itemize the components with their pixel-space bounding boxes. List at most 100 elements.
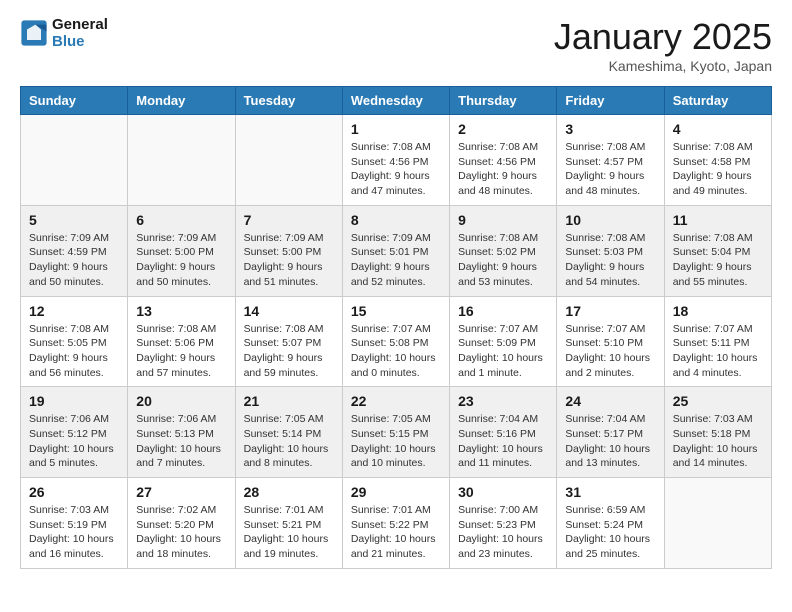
day-info: Sunrise: 7:04 AM Sunset: 5:16 PM Dayligh… [458,412,548,471]
day-cell: 1Sunrise: 7:08 AM Sunset: 4:56 PM Daylig… [342,115,449,206]
day-info: Sunrise: 7:08 AM Sunset: 5:02 PM Dayligh… [458,231,548,290]
location: Kameshima, Kyoto, Japan [554,58,772,74]
day-number: 17 [565,303,655,319]
day-cell: 30 Sunrise: 7:00 AM Sunset: 5:23 PM Dayli… [450,478,557,569]
day-cell: 11 Sunrise: 7:08 AM Sunset: 5:04 PM Dayli… [664,205,771,296]
day-cell: 22Sunrise: 7:05 AM Sunset: 5:15 PM Dayli… [342,387,449,478]
day-cell: 6 Sunrise: 7:09 AM Sunset: 5:00 PM Daylig… [128,205,235,296]
day-info: Sunrise: 7:07 AM Sunset: 5:08 PM Dayligh… [351,322,441,381]
day-number: 16 [458,303,548,319]
day-cell: 18 Sunrise: 7:07 AM Sunset: 5:11 PM Dayli… [664,296,771,387]
weekday-header-saturday: Saturday [664,87,771,115]
day-number: 30 [458,484,548,500]
week-row-5: 26Sunrise: 7:03 AM Sunset: 5:19 PM Dayli… [21,478,772,569]
week-row-1: 1Sunrise: 7:08 AM Sunset: 4:56 PM Daylig… [21,115,772,206]
day-cell: 26Sunrise: 7:03 AM Sunset: 5:19 PM Dayli… [21,478,128,569]
day-cell: 17 Sunrise: 7:07 AM Sunset: 5:10 PM Dayli… [557,296,664,387]
day-cell: 14 Sunrise: 7:08 AM Sunset: 5:07 PM Dayli… [235,296,342,387]
day-cell: 23Sunrise: 7:04 AM Sunset: 5:16 PM Dayli… [450,387,557,478]
day-info: Sunrise: 7:06 AM Sunset: 5:12 PM Dayligh… [29,412,119,471]
day-info: Sunrise: 7:09 AM Sunset: 4:59 PM Dayligh… [29,231,119,290]
weekday-header-thursday: Thursday [450,87,557,115]
day-info: Sunrise: 7:03 AM Sunset: 5:18 PM Dayligh… [673,412,763,471]
day-number: 8 [351,212,441,228]
day-number: 20 [136,393,226,409]
day-info: Sunrise: 7:09 AM Sunset: 5:00 PM Dayligh… [244,231,334,290]
day-info: Sunrise: 7:08 AM Sunset: 4:56 PM Dayligh… [351,140,441,199]
day-number: 15 [351,303,441,319]
day-number: 6 [136,212,226,228]
day-cell: 9 Sunrise: 7:08 AM Sunset: 5:02 PM Daylig… [450,205,557,296]
day-cell: 19 Sunrise: 7:06 AM Sunset: 5:12 PM Dayli… [21,387,128,478]
day-number: 2 [458,121,548,137]
weekday-header-friday: Friday [557,87,664,115]
day-cell [21,115,128,206]
day-info: Sunrise: 7:08 AM Sunset: 5:05 PM Dayligh… [29,322,119,381]
day-cell: 29 Sunrise: 7:01 AM Sunset: 5:22 PM Dayli… [342,478,449,569]
title-area: January 2025 Kameshima, Kyoto, Japan [554,16,772,74]
day-number: 29 [351,484,441,500]
day-number: 18 [673,303,763,319]
day-info: Sunrise: 7:08 AM Sunset: 4:58 PM Dayligh… [673,140,763,199]
day-info: Sunrise: 7:05 AM Sunset: 5:14 PM Dayligh… [244,412,334,471]
day-number: 26 [29,484,119,500]
day-cell: 3 Sunrise: 7:08 AM Sunset: 4:57 PM Daylig… [557,115,664,206]
day-cell: 25 Sunrise: 7:03 AM Sunset: 5:18 PM Dayli… [664,387,771,478]
header: General Blue January 2025 Kameshima, Kyo… [20,16,772,74]
calendar-table: SundayMondayTuesdayWednesdayThursdayFrid… [20,86,772,569]
day-number: 10 [565,212,655,228]
weekday-header-wednesday: Wednesday [342,87,449,115]
day-cell: 16 Sunrise: 7:07 AM Sunset: 5:09 PM Dayli… [450,296,557,387]
day-info: Sunrise: 7:04 AM Sunset: 5:17 PM Dayligh… [565,412,655,471]
week-row-2: 5 Sunrise: 7:09 AM Sunset: 4:59 PM Daylig… [21,205,772,296]
day-info: Sunrise: 7:08 AM Sunset: 5:07 PM Dayligh… [244,322,334,381]
weekday-header-sunday: Sunday [21,87,128,115]
day-info: Sunrise: 7:09 AM Sunset: 5:00 PM Dayligh… [136,231,226,290]
day-cell: 7Sunrise: 7:09 AM Sunset: 5:00 PM Daylig… [235,205,342,296]
day-info: Sunrise: 7:07 AM Sunset: 5:10 PM Dayligh… [565,322,655,381]
day-number: 9 [458,212,548,228]
day-number: 25 [673,393,763,409]
day-info: Sunrise: 7:09 AM Sunset: 5:01 PM Dayligh… [351,231,441,290]
week-row-4: 19 Sunrise: 7:06 AM Sunset: 5:12 PM Dayli… [21,387,772,478]
day-number: 13 [136,303,226,319]
day-cell: 8 Sunrise: 7:09 AM Sunset: 5:01 PM Daylig… [342,205,449,296]
weekday-header-monday: Monday [128,87,235,115]
day-info: Sunrise: 7:07 AM Sunset: 5:09 PM Dayligh… [458,322,548,381]
day-number: 27 [136,484,226,500]
weekday-header-row: SundayMondayTuesdayWednesdayThursdayFrid… [21,87,772,115]
day-number: 5 [29,212,119,228]
logo-text: General Blue [52,16,108,50]
day-number: 11 [673,212,763,228]
day-info: Sunrise: 7:07 AM Sunset: 5:11 PM Dayligh… [673,322,763,381]
day-cell [664,478,771,569]
day-number: 3 [565,121,655,137]
day-cell: 4 Sunrise: 7:08 AM Sunset: 4:58 PM Daylig… [664,115,771,206]
day-number: 31 [565,484,655,500]
day-number: 19 [29,393,119,409]
day-number: 14 [244,303,334,319]
day-number: 24 [565,393,655,409]
day-cell: 21Sunrise: 7:05 AM Sunset: 5:14 PM Dayli… [235,387,342,478]
day-info: Sunrise: 7:08 AM Sunset: 4:56 PM Dayligh… [458,140,548,199]
day-info: Sunrise: 7:02 AM Sunset: 5:20 PM Dayligh… [136,503,226,562]
day-cell: 28Sunrise: 7:01 AM Sunset: 5:21 PM Dayli… [235,478,342,569]
page-container: General Blue January 2025 Kameshima, Kyo… [0,0,792,585]
day-info: Sunrise: 7:01 AM Sunset: 5:22 PM Dayligh… [351,503,441,562]
day-number: 12 [29,303,119,319]
day-cell: 13Sunrise: 7:08 AM Sunset: 5:06 PM Dayli… [128,296,235,387]
day-info: Sunrise: 7:08 AM Sunset: 5:04 PM Dayligh… [673,231,763,290]
week-row-3: 12 Sunrise: 7:08 AM Sunset: 5:05 PM Dayli… [21,296,772,387]
day-number: 4 [673,121,763,137]
day-cell: 24 Sunrise: 7:04 AM Sunset: 5:17 PM Dayli… [557,387,664,478]
day-cell: 12 Sunrise: 7:08 AM Sunset: 5:05 PM Dayli… [21,296,128,387]
weekday-header-tuesday: Tuesday [235,87,342,115]
day-info: Sunrise: 7:08 AM Sunset: 4:57 PM Dayligh… [565,140,655,199]
day-info: Sunrise: 7:00 AM Sunset: 5:23 PM Dayligh… [458,503,548,562]
day-info: Sunrise: 6:59 AM Sunset: 5:24 PM Dayligh… [565,503,655,562]
day-cell [235,115,342,206]
day-info: Sunrise: 7:01 AM Sunset: 5:21 PM Dayligh… [244,503,334,562]
day-info: Sunrise: 7:05 AM Sunset: 5:15 PM Dayligh… [351,412,441,471]
day-cell: 10 Sunrise: 7:08 AM Sunset: 5:03 PM Dayli… [557,205,664,296]
day-info: Sunrise: 7:08 AM Sunset: 5:03 PM Dayligh… [565,231,655,290]
